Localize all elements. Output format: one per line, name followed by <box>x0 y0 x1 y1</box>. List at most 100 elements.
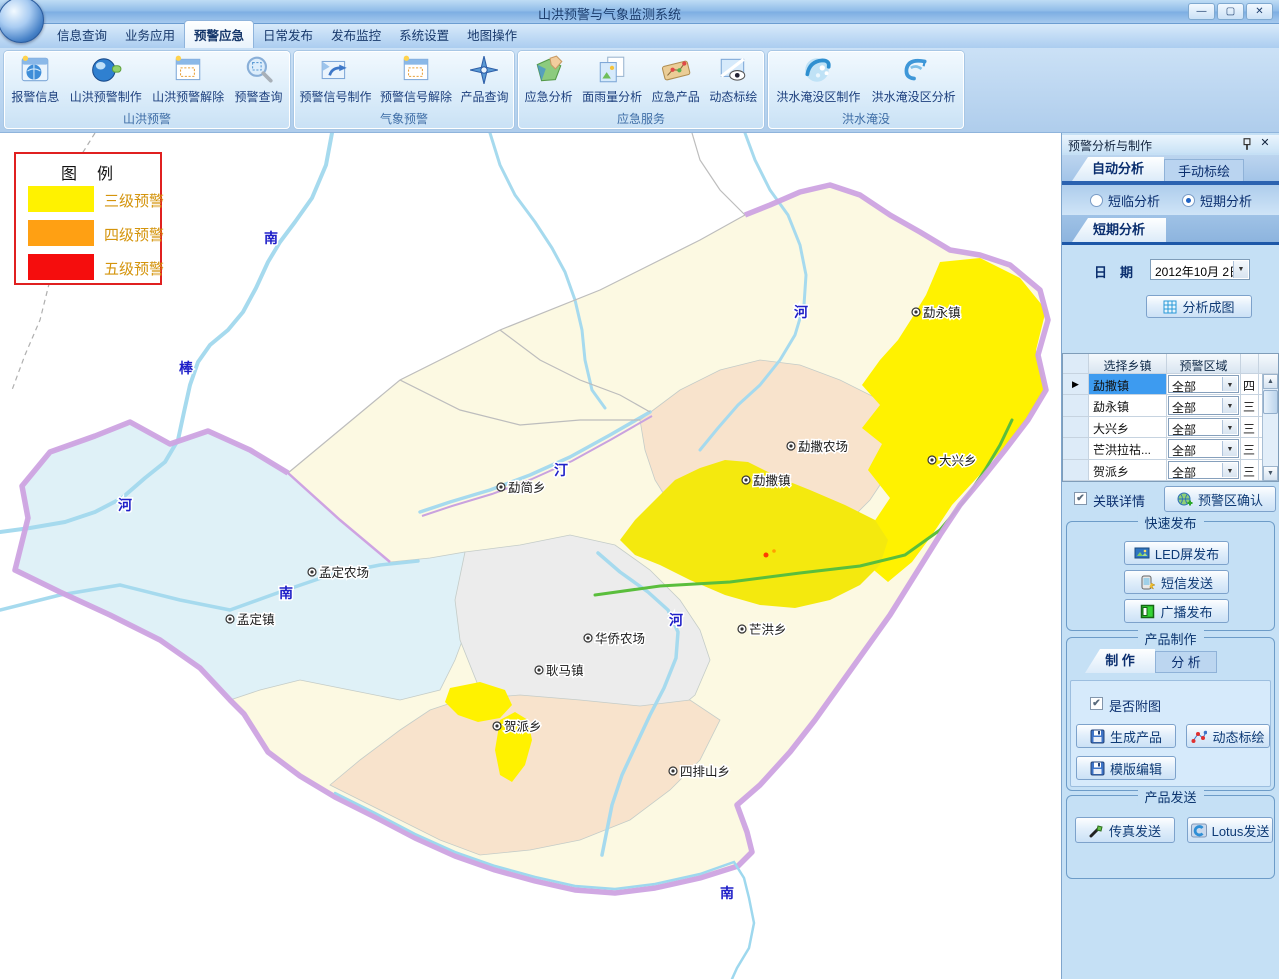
table-row[interactable]: ▶ 勐撒镇 全部▼ 四 <box>1063 374 1278 395</box>
menu-tab-warning-emergency[interactable]: 预警应急 <box>184 20 254 48</box>
tab-analyze[interactable]: 分 析 <box>1155 651 1217 673</box>
sms-phone-icon <box>1140 575 1156 590</box>
inundation-area-analysis-button[interactable]: 洪水淹没区分析 <box>869 53 959 106</box>
broadcast-icon <box>1140 604 1155 619</box>
dropdown-arrow-icon[interactable]: ▼ <box>1233 261 1248 278</box>
river-label: 河 <box>794 304 808 320</box>
legend-swatch-level3 <box>28 186 94 212</box>
lotus-c-icon <box>1191 823 1207 838</box>
region-dropdown[interactable]: 全部▼ <box>1168 396 1239 414</box>
menu-bar: 信息查询 业务应用 预警应急 日常发布 发布监控 系统设置 地图操作 <box>0 24 1279 48</box>
floppy-save-icon <box>1090 761 1105 776</box>
led-publish-button[interactable]: LED屏发布 <box>1124 541 1229 565</box>
group-title: 产品制作 <box>1137 629 1203 648</box>
signal-create-button[interactable]: 预警信号制作 <box>296 53 374 106</box>
menu-tab-business[interactable]: 业务应用 <box>116 21 184 48</box>
minimize-button[interactable]: — <box>1188 3 1215 20</box>
quick-publish-group: 快速发布 LED屏发布 短信发送 广播发布 <box>1066 521 1275 631</box>
map-legend: 图 例 三级预警 四级预警 五级预警 <box>14 152 162 285</box>
alarm-info-button[interactable]: 报警信息 <box>8 53 62 106</box>
table-row[interactable]: 勐永镇 全部▼ 三 <box>1063 395 1278 416</box>
broadcast-publish-button[interactable]: 广播发布 <box>1124 599 1229 623</box>
link-detail-checkbox[interactable]: ✔ <box>1074 492 1087 505</box>
menu-tab-system-settings[interactable]: 系统设置 <box>390 21 458 48</box>
emergency-analysis-button[interactable]: 应急分析 <box>522 53 576 106</box>
table-scrollbar[interactable]: ▲ ▼ <box>1262 374 1278 481</box>
product-query-button[interactable]: 产品查询 <box>457 53 511 106</box>
town-label: 耿马镇 <box>546 664 584 678</box>
group-title: 应急服务 <box>518 110 764 127</box>
ribbon-group-emergency-service: 应急分析 面雨量分析 应急产品 动态标绘 应急服务 <box>518 51 764 129</box>
table-row[interactable]: 大兴乡 全部▼ 三 <box>1063 417 1278 438</box>
region-dropdown[interactable]: 全部▼ <box>1168 461 1239 479</box>
town-label: 勐永镇 <box>923 306 961 320</box>
flood-warning-cancel-button[interactable]: 山洪预警解除 <box>149 53 227 106</box>
region-dropdown[interactable]: 全部▼ <box>1168 375 1239 393</box>
emergency-product-button[interactable]: 应急产品 <box>649 53 703 106</box>
subtab-divider <box>1062 242 1279 245</box>
town-label: 大兴乡 <box>939 454 977 468</box>
attach-map-checkbox[interactable]: ✔ <box>1090 697 1103 710</box>
dropdown-arrow-icon[interactable]: ▼ <box>1222 420 1237 434</box>
dropdown-arrow-icon[interactable]: ▼ <box>1222 377 1237 391</box>
region-dropdown[interactable]: 全部▼ <box>1168 418 1239 436</box>
dynamic-plot-button-panel[interactable]: 动态标绘 <box>1186 724 1270 748</box>
window-dashed-region-icon <box>400 54 432 86</box>
dropdown-arrow-icon[interactable]: ▼ <box>1222 441 1237 455</box>
inundation-area-create-button[interactable]: 洪水淹没区制作 <box>773 53 863 106</box>
blue-sphere-icon <box>90 54 122 86</box>
sms-send-button[interactable]: 短信发送 <box>1124 570 1229 594</box>
template-edit-button[interactable]: 模版编辑 <box>1076 756 1176 780</box>
tab-auto-analysis[interactable]: 自动分析 <box>1072 157 1164 181</box>
generate-product-button[interactable]: 生成产品 <box>1076 724 1176 748</box>
region-dropdown[interactable]: 全部▼ <box>1168 439 1239 457</box>
make-tab-panel: ✔ 是否附图 生成产品 动态标绘 模版编辑 <box>1070 680 1271 787</box>
town-label: 勐撒农场 <box>798 439 848 454</box>
panel-close-icon[interactable]: ✕ <box>1258 136 1272 150</box>
menu-tab-publish-monitor[interactable]: 发布监控 <box>322 21 390 48</box>
map-arrows-icon <box>319 54 351 86</box>
lotus-send-button[interactable]: Lotus发送 <box>1187 817 1273 843</box>
legend-swatch-level5 <box>28 254 94 280</box>
menu-tab-map-operations[interactable]: 地图操作 <box>458 21 526 48</box>
radio-short-term[interactable] <box>1182 194 1195 207</box>
table-row[interactable]: 贺派乡 全部▼ 三 <box>1063 460 1278 481</box>
areal-rainfall-analysis-button[interactable]: 面雨量分析 <box>579 53 645 106</box>
group-title: 洪水淹没 <box>768 110 964 127</box>
date-dropdown[interactable]: 2012年10月 2日 ▼ <box>1150 259 1250 280</box>
dynamic-plot-button[interactable]: 动态标绘 <box>706 53 760 106</box>
image-eye-icon <box>717 54 749 86</box>
flood-warning-create-button[interactable]: 山洪预警制作 <box>67 53 145 106</box>
floppy-save-icon <box>1090 729 1105 744</box>
signal-cancel-button[interactable]: 预警信号解除 <box>377 53 455 106</box>
maximize-button[interactable]: ▢ <box>1217 3 1244 20</box>
menu-tab-daily-publish[interactable]: 日常发布 <box>254 21 322 48</box>
pin-icon[interactable] <box>1240 137 1254 151</box>
river-label: 汀 <box>554 462 568 478</box>
tab-manual-plot[interactable]: 手动标绘 <box>1164 159 1244 181</box>
radio-short-imminent[interactable] <box>1090 194 1103 207</box>
legend-swatch-level4 <box>28 220 94 246</box>
analyze-map-button[interactable]: 分析成图 <box>1146 295 1252 318</box>
dropdown-arrow-icon[interactable]: ▼ <box>1222 398 1237 412</box>
fax-send-button[interactable]: 传真发送 <box>1075 817 1175 843</box>
board-data-points-icon <box>660 54 692 86</box>
close-button[interactable]: ✕ <box>1246 3 1273 20</box>
analysis-mode-radios: 短临分析 短期分析 <box>1062 185 1279 215</box>
sub-tab-strip: 短期分析 <box>1062 215 1279 242</box>
ribbon-group-weather-warning: 预警信号制作 预警信号解除 产品查询 气象预警 <box>294 51 514 129</box>
ribbon-group-mountain-flood: 报警信息 山洪预警制作 山洪预警解除 预警查询 山洪预警 <box>4 51 290 129</box>
menu-tab-info-query[interactable]: 信息查询 <box>48 21 116 48</box>
subtab-short-term[interactable]: 短期分析 <box>1072 218 1166 242</box>
magnifier-icon <box>243 54 275 86</box>
scroll-down-icon[interactable]: ▼ <box>1263 466 1278 481</box>
warning-query-button[interactable]: 预警查询 <box>232 53 286 106</box>
map-area: 勐永镇 大兴乡 勐撒农场 勐撒镇 勐简乡 孟定农场 孟定镇 华侨农场 耿马镇 芒… <box>0 133 1061 979</box>
table-row[interactable]: 芒洪拉祜... 全部▼ 三 <box>1063 438 1278 459</box>
scroll-up-icon[interactable]: ▲ <box>1263 374 1278 389</box>
scrollbar-thumb[interactable] <box>1263 390 1278 414</box>
tab-make[interactable]: 制 作 <box>1085 649 1155 673</box>
river-label: 河 <box>669 612 683 628</box>
dropdown-arrow-icon[interactable]: ▼ <box>1222 463 1237 477</box>
confirm-warning-area-button[interactable]: 预警区确认 <box>1164 486 1276 512</box>
